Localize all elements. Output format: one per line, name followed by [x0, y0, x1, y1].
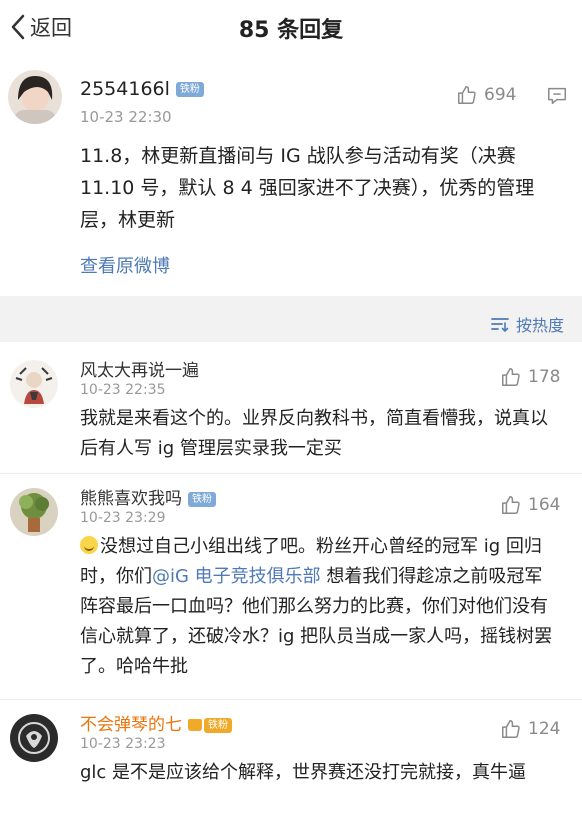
sort-by-hot-button[interactable]: 按热度 [490, 312, 564, 336]
nav-header: 返回 85 条回复 [0, 0, 582, 56]
sort-label: 按热度 [515, 316, 564, 335]
comment-username[interactable]: 风太大再说一遍 [80, 356, 199, 381]
original-post: 2554166l 铁粉 10-23 22:30 694 11.8，林更新直播间与 … [0, 56, 582, 296]
sort-icon [491, 318, 509, 332]
mention-link[interactable]: @iG 电子竞技俱乐部 [152, 566, 321, 587]
avatar-image [8, 70, 62, 124]
grin-emoji-icon [80, 536, 98, 554]
comment-like-button[interactable]: 124 [500, 718, 560, 740]
comment-time: 10-23 22:35 [80, 382, 166, 398]
thumbs-up-icon [502, 720, 520, 738]
comment-like-button[interactable]: 178 [500, 366, 560, 388]
comment-item: 熊熊喜欢我吗 铁粉 10-23 23:29 164 没想过自己小组出线了吧。粉丝开… [0, 474, 582, 700]
comment-text: 我就是来看这个的。业界反向教科书，简直看懵我，说真以后有人写 ig 管理层实录我… [80, 408, 548, 459]
comment-icon [548, 87, 566, 104]
avatar-image [10, 714, 58, 762]
fan-badge: 铁粉 [188, 491, 216, 507]
comment-time: 10-23 23:23 [80, 736, 166, 752]
comment-username[interactable]: 熊熊喜欢我吗 铁粉 [80, 484, 216, 509]
post-like-count: 694 [484, 85, 517, 105]
post-time: 10-23 22:30 [80, 108, 172, 126]
comment-like-count: 124 [528, 719, 561, 739]
comment-username[interactable]: 不会弹琴的七 铁粉 [80, 710, 232, 735]
comment-item: 不会弹琴的七 铁粉 10-23 23:23 124 glc 是不是应该给个解释，世… [0, 700, 582, 818]
post-username-text: 2554166l [80, 78, 170, 100]
thumbs-up-icon [502, 496, 520, 514]
comment-username-text: 不会弹琴的七 [80, 715, 182, 735]
divider [0, 296, 582, 306]
crown-icon [188, 719, 202, 731]
view-original-link[interactable]: 查看原微博 [80, 252, 170, 278]
comment-like-count: 178 [528, 367, 561, 387]
avatar[interactable] [10, 488, 58, 536]
comment-item: 风太大再说一遍 10-23 22:35 178 我就是来看这个的。业界反向教科书… [0, 342, 582, 474]
post-like-button[interactable]: 694 [456, 84, 516, 106]
fan-badge: 铁粉 [204, 717, 232, 733]
thumbs-up-icon [458, 86, 476, 104]
post-comment-button[interactable] [546, 84, 568, 106]
avatar-image [10, 360, 58, 408]
post-content: 11.8，林更新直播间与 IG 战队参与活动有奖（决赛 11.10 号，默认 8… [80, 145, 535, 231]
avatar-image [10, 488, 58, 536]
comment-time: 10-23 23:29 [80, 510, 166, 526]
comment-username-text: 熊熊喜欢我吗 [80, 489, 182, 509]
comment-text: 没想过自己小组出线了吧。粉丝开心曾经的冠军 ig 回归时，你们@iG 电子竞技俱… [80, 532, 560, 682]
avatar[interactable] [8, 70, 62, 124]
comment-like-count: 164 [528, 495, 561, 515]
comment-text: glc 是不是应该给个解释，世界赛还没打完就接，真牛逼 [80, 762, 527, 783]
comment-like-button[interactable]: 164 [500, 494, 560, 516]
sort-bar: 按热度 [0, 306, 582, 342]
thumbs-up-icon [502, 368, 520, 386]
fan-badge: 铁粉 [175, 82, 204, 97]
page-title: 85 条回复 [238, 18, 344, 43]
avatar[interactable] [10, 360, 58, 408]
post-username[interactable]: 2554166l 铁粉 [80, 78, 204, 100]
avatar[interactable] [10, 714, 58, 762]
